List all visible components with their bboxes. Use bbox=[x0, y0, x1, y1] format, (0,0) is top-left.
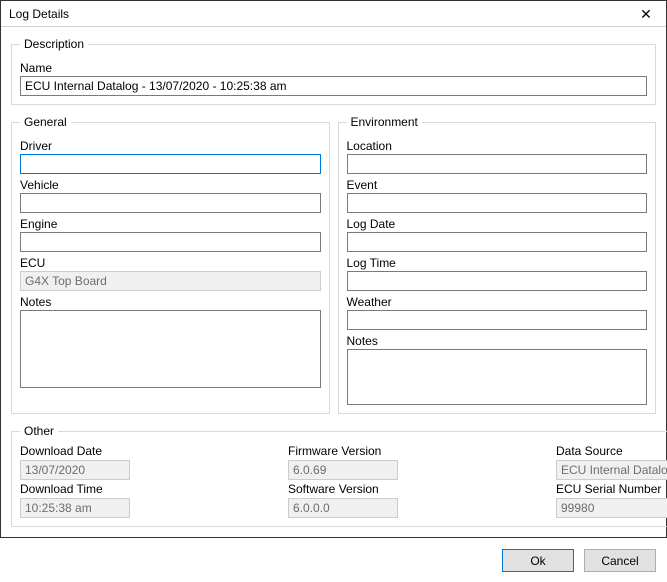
other-legend: Other bbox=[20, 424, 58, 438]
other-group: Other Download Date Firmware Version Dat… bbox=[11, 424, 667, 527]
event-label: Event bbox=[347, 178, 648, 192]
cancel-button[interactable]: Cancel bbox=[584, 549, 656, 572]
name-label: Name bbox=[20, 61, 647, 75]
ok-button[interactable]: Ok bbox=[502, 549, 574, 572]
environment-legend: Environment bbox=[347, 115, 422, 129]
general-notes-label: Notes bbox=[20, 295, 321, 309]
driver-input[interactable] bbox=[20, 154, 321, 174]
vehicle-input[interactable] bbox=[20, 193, 321, 213]
vehicle-label: Vehicle bbox=[20, 178, 321, 192]
environment-notes-input[interactable] bbox=[347, 349, 648, 405]
description-group: Description Name bbox=[11, 37, 656, 105]
location-label: Location bbox=[347, 139, 648, 153]
log-time-label: Log Time bbox=[347, 256, 648, 270]
window-title: Log Details bbox=[9, 7, 69, 21]
general-group: General Driver Vehicle Engine ECU Notes bbox=[11, 115, 330, 414]
engine-input[interactable] bbox=[20, 232, 321, 252]
titlebar: Log Details ✕ bbox=[1, 1, 666, 27]
log-date-label: Log Date bbox=[347, 217, 648, 231]
download-date-input bbox=[20, 460, 130, 480]
weather-label: Weather bbox=[347, 295, 648, 309]
ecu-serial-input bbox=[556, 498, 667, 518]
software-version-label: Software Version bbox=[288, 482, 398, 496]
driver-label: Driver bbox=[20, 139, 321, 153]
software-version-input bbox=[288, 498, 398, 518]
location-input[interactable] bbox=[347, 154, 648, 174]
ecu-label: ECU bbox=[20, 256, 321, 270]
download-time-input bbox=[20, 498, 130, 518]
firmware-version-label: Firmware Version bbox=[288, 444, 398, 458]
general-legend: General bbox=[20, 115, 71, 129]
download-time-label: Download Time bbox=[20, 482, 130, 496]
content: Description Name General Driver Vehicle … bbox=[1, 27, 666, 543]
button-row: Ok Cancel bbox=[1, 543, 666, 582]
engine-label: Engine bbox=[20, 217, 321, 231]
log-time-input[interactable] bbox=[347, 271, 648, 291]
close-button[interactable]: ✕ bbox=[626, 1, 666, 27]
event-input[interactable] bbox=[347, 193, 648, 213]
description-legend: Description bbox=[20, 37, 88, 51]
ecu-input bbox=[20, 271, 321, 291]
data-source-label: Data Source bbox=[556, 444, 667, 458]
name-input[interactable] bbox=[20, 76, 647, 96]
environment-group: Environment Location Event Log Date Log … bbox=[338, 115, 657, 414]
general-notes-input[interactable] bbox=[20, 310, 321, 388]
firmware-version-input bbox=[288, 460, 398, 480]
environment-notes-label: Notes bbox=[347, 334, 648, 348]
data-source-input bbox=[556, 460, 667, 480]
close-icon: ✕ bbox=[640, 7, 652, 21]
log-date-input[interactable] bbox=[347, 232, 648, 252]
weather-input[interactable] bbox=[347, 310, 648, 330]
ecu-serial-label: ECU Serial Number bbox=[556, 482, 667, 496]
download-date-label: Download Date bbox=[20, 444, 130, 458]
